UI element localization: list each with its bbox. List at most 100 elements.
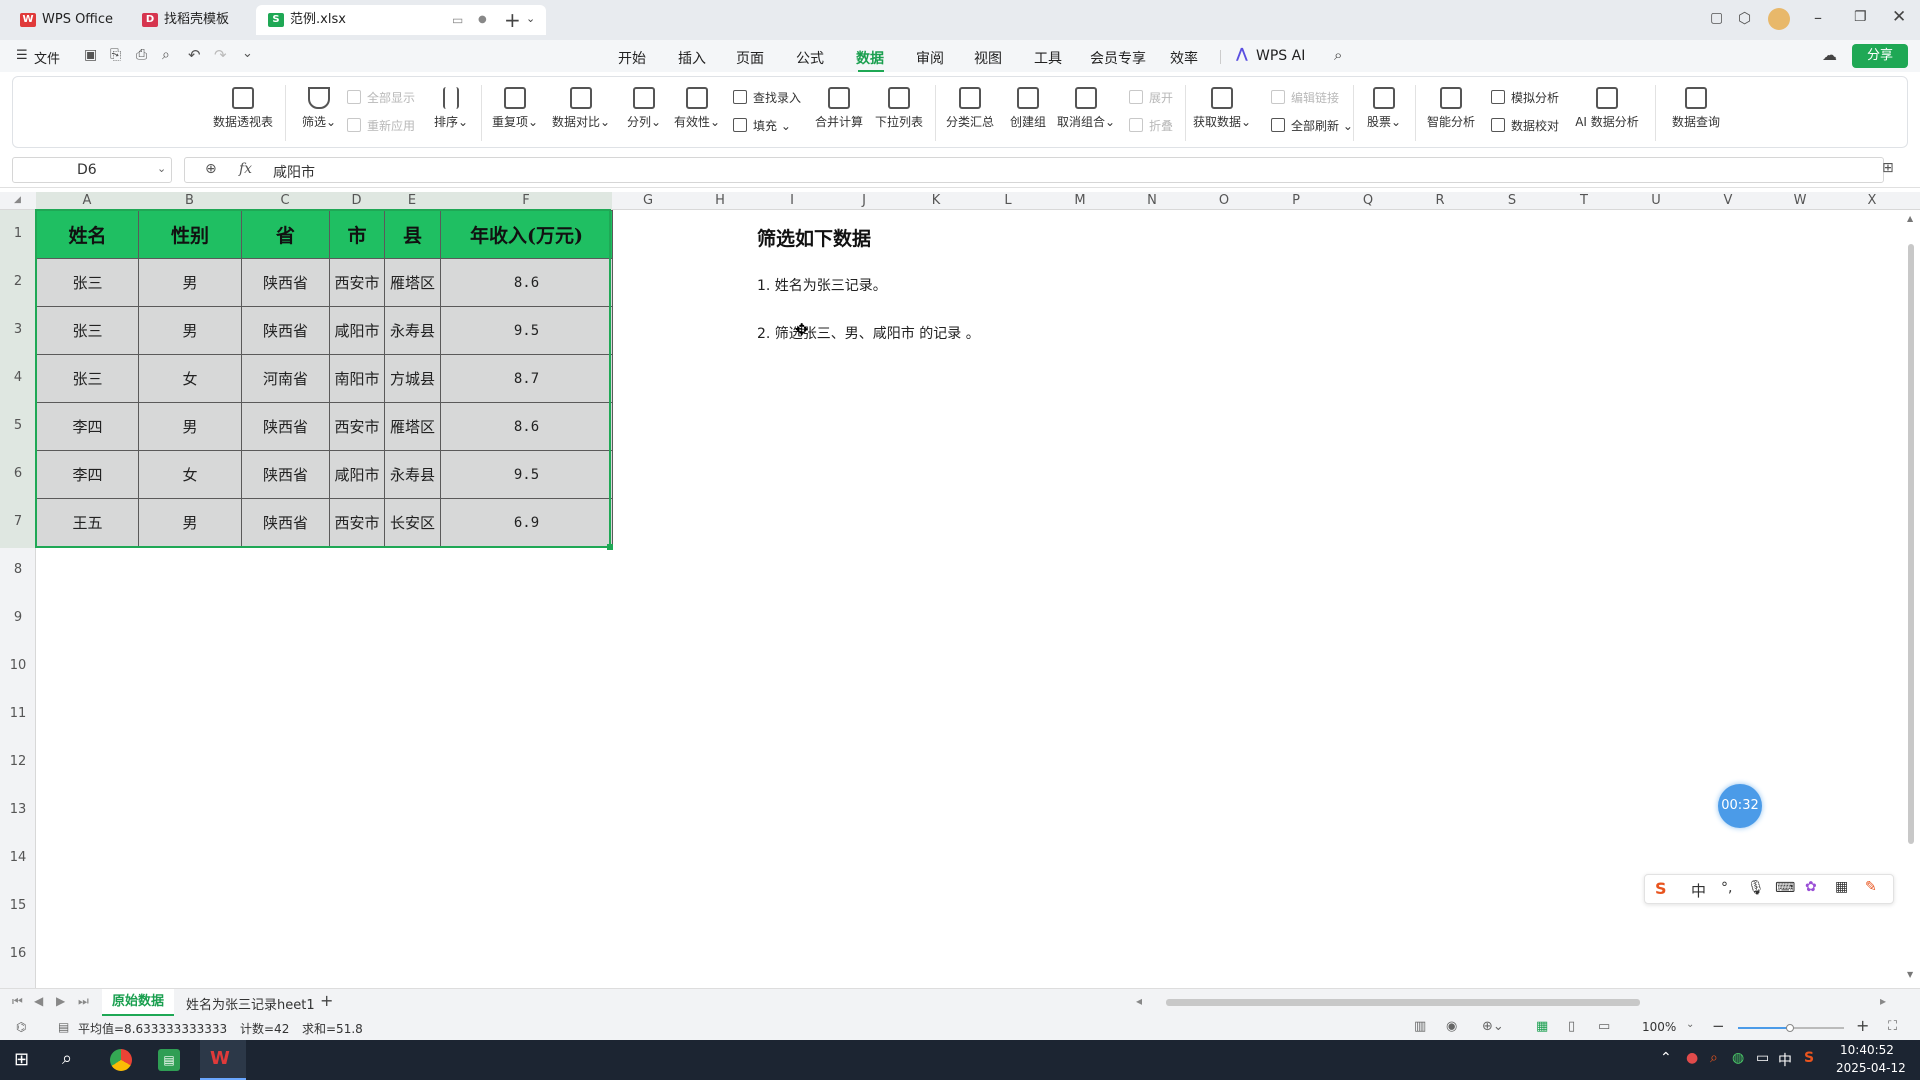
split-column-button[interactable]: 分列⌄ <box>623 87 665 130</box>
row-header-8[interactable]: 8 <box>0 562 36 577</box>
vertical-scroll-thumb[interactable] <box>1908 244 1914 844</box>
cell[interactable]: 8.7 <box>440 354 613 403</box>
cell[interactable]: 永寿县 <box>384 450 441 499</box>
zoom-slider-handle[interactable] <box>1786 1024 1794 1032</box>
zoom-level[interactable]: 100% <box>1642 1020 1676 1034</box>
cell[interactable]: 陕西省 <box>241 402 330 451</box>
cell[interactable]: 长安区 <box>384 498 441 547</box>
eye-protect-icon[interactable]: ◉ <box>1446 1019 1457 1034</box>
sheet-tab-original-data[interactable]: 原始数据 <box>102 989 174 1016</box>
recording-timer-badge[interactable]: 00:32 <box>1718 784 1762 828</box>
menu-insert[interactable]: 插入 <box>678 48 706 68</box>
grid-menu-icon[interactable]: ▦ <box>1835 879 1848 895</box>
col-header-m[interactable]: M <box>1044 192 1116 210</box>
status-count[interactable]: 计数=42 <box>240 1020 289 1037</box>
col-header-h[interactable]: H <box>684 192 756 210</box>
taskbar-search-icon[interactable]: ⌕ <box>62 1048 72 1069</box>
menu-tools[interactable]: 工具 <box>1034 48 1062 68</box>
tab-daoke[interactable]: D 找稻壳模板 <box>130 5 250 35</box>
cell[interactable]: 张三 <box>36 258 139 307</box>
tray-sogou-logo-icon[interactable]: S <box>1804 1050 1814 1066</box>
col-header-n[interactable]: N <box>1116 192 1188 210</box>
col-header-c[interactable]: C <box>241 192 329 210</box>
col-header-x[interactable]: X <box>1836 192 1908 210</box>
fullscreen-icon[interactable]: ⛶ <box>1888 1019 1897 1034</box>
row-header-2[interactable]: 2 <box>0 274 36 289</box>
horizontal-scroll-thumb[interactable] <box>1166 999 1640 1006</box>
zoom-formula-icon[interactable]: ⊕ <box>205 161 217 177</box>
keyboard-icon[interactable]: ⌨ <box>1775 880 1795 896</box>
cell[interactable]: 方城县 <box>384 354 441 403</box>
monitor-icon[interactable]: ▭ <box>452 5 463 35</box>
cell[interactable]: 河南省 <box>241 354 330 403</box>
col-header-r[interactable]: R <box>1404 192 1476 210</box>
table-style-icon[interactable]: ▥ <box>1414 1019 1426 1034</box>
dropdown-list-button[interactable]: 下拉列表 <box>871 87 927 130</box>
row-header-10[interactable]: 10 <box>0 658 36 673</box>
more-chevron-icon[interactable]: ⌄ <box>242 46 253 61</box>
cell[interactable]: 男 <box>138 258 242 307</box>
zoom-out-icon[interactable]: − <box>1712 1017 1725 1035</box>
header-cell-city[interactable]: 市 <box>329 210 385 259</box>
col-header-b[interactable]: B <box>138 192 241 210</box>
cell[interactable]: 西安市 <box>329 402 385 451</box>
menu-page[interactable]: 页面 <box>736 48 764 68</box>
tray-sogou-icon[interactable]: ⌕ <box>1710 1050 1718 1066</box>
cell[interactable]: 男 <box>138 402 242 451</box>
cell[interactable]: 男 <box>138 498 242 547</box>
pivot-table-button[interactable]: 数据透视表 <box>211 87 275 130</box>
cell[interactable]: 女 <box>138 450 242 499</box>
ai-analysis-button[interactable]: AI 数据分析 <box>1567 87 1647 130</box>
header-cell-name[interactable]: 姓名 <box>36 210 139 259</box>
fill-handle[interactable] <box>607 544 613 550</box>
formula-input[interactable]: ⊕ fx 咸阳市 <box>184 157 1884 183</box>
get-data-button[interactable]: 获取数据⌄ <box>1191 87 1253 130</box>
cell[interactable]: 陕西省 <box>241 258 330 307</box>
cell[interactable]: 王五 <box>36 498 139 547</box>
row-header-7[interactable]: 7 <box>0 514 36 529</box>
microphone-icon[interactable]: 🎙 <box>1747 880 1765 896</box>
skin-icon[interactable]: ✿ <box>1805 879 1817 895</box>
chevron-down-icon[interactable]: ⌄ <box>157 162 166 175</box>
export-icon[interactable]: ⎘ <box>110 47 121 63</box>
prev-sheet-icon[interactable]: ◀ <box>34 994 43 1008</box>
col-header-l[interactable]: L <box>972 192 1044 210</box>
zoom-in-icon[interactable]: + <box>1856 1016 1869 1035</box>
clock-time[interactable]: 10:40:52 <box>1840 1043 1894 1057</box>
scroll-down-icon[interactable]: ▼ <box>1907 970 1913 979</box>
tab-wps-office[interactable]: W WPS Office <box>8 5 126 35</box>
row-header-3[interactable]: 3 <box>0 322 36 337</box>
what-if-button[interactable]: 模拟分析 <box>1491 89 1559 106</box>
macro-icon[interactable]: ⌬ <box>16 1020 26 1034</box>
cell[interactable]: 西安市 <box>329 498 385 547</box>
cell[interactable]: 张三 <box>36 306 139 355</box>
header-cell-province[interactable]: 省 <box>241 210 330 259</box>
subtotal-button[interactable]: 分类汇总 <box>937 87 1003 130</box>
vertical-scrollbar[interactable]: ▲ ▼ <box>1906 214 1916 984</box>
notes-icon[interactable]: ▤ <box>58 1020 69 1034</box>
row-header-9[interactable]: 9 <box>0 610 36 625</box>
status-sum[interactable]: 求和=51.8 <box>302 1020 363 1037</box>
share-button[interactable]: 分享 <box>1852 44 1908 68</box>
hamburger-icon[interactable]: ☰ <box>16 48 28 63</box>
col-header-o[interactable]: O <box>1188 192 1260 210</box>
col-header-k[interactable]: K <box>900 192 972 210</box>
crosshair-icon[interactable]: ⊕⌄ <box>1482 1019 1504 1034</box>
brush-icon[interactable]: ✎ <box>1865 879 1877 895</box>
add-sheet-icon[interactable]: + <box>320 991 333 1010</box>
menu-data-active[interactable]: 数据 <box>856 48 884 68</box>
menu-wps-ai[interactable]: WPS AI <box>1256 48 1305 64</box>
tray-expand-icon[interactable]: ⌃ <box>1660 1050 1672 1066</box>
smart-analysis-button[interactable]: 智能分析 <box>1423 87 1479 130</box>
col-header-p[interactable]: P <box>1260 192 1332 210</box>
menu-view[interactable]: 视图 <box>974 48 1002 68</box>
cell[interactable]: 8.6 <box>440 402 613 451</box>
last-sheet-icon[interactable]: ⏭ <box>78 994 89 1009</box>
cell[interactable]: 女 <box>138 354 242 403</box>
ungroup-button[interactable]: 取消组合⌄ <box>1055 87 1117 130</box>
consolidate-button[interactable]: 合并计算 <box>811 87 867 130</box>
network-icon[interactable]: ▭ <box>1756 1050 1769 1066</box>
sort-button[interactable]: 排序⌄ <box>431 87 471 130</box>
print-preview-icon[interactable]: ⌕ <box>162 47 170 63</box>
tab-fanli-xlsx[interactable]: S 范例.xlsx ▭ ● <box>256 5 546 35</box>
